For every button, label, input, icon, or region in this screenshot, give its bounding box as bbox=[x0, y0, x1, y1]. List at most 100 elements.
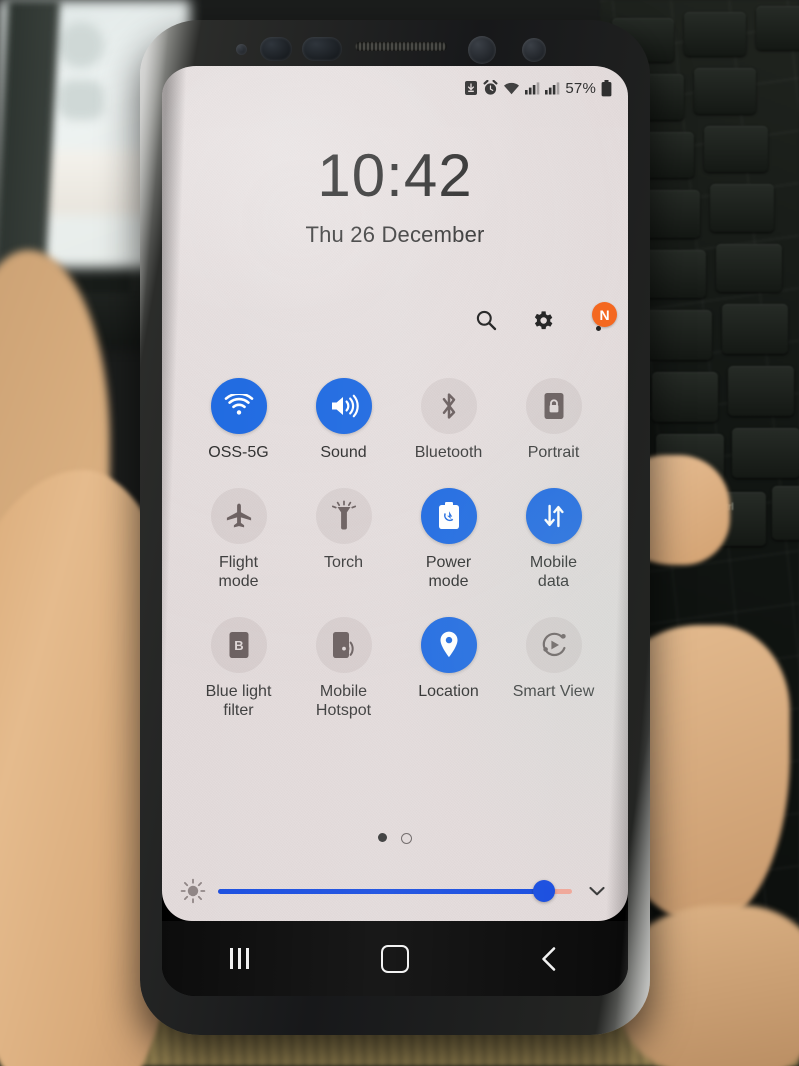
iris-scanner bbox=[260, 37, 292, 61]
laptop-screen-content bbox=[58, 80, 104, 120]
proximity-sensor bbox=[236, 44, 247, 55]
keyboard-key bbox=[652, 372, 718, 422]
panel-action-bar: N bbox=[472, 302, 617, 334]
tile-bluetooth[interactable]: Bluetooth bbox=[396, 378, 501, 462]
tile-smart-view[interactable]: Smart View bbox=[501, 617, 606, 720]
iris-led bbox=[302, 37, 342, 61]
tile-torch[interactable]: Torch bbox=[291, 488, 396, 591]
tile-icon-circle bbox=[525, 378, 582, 434]
keyboard-key bbox=[716, 244, 782, 292]
svg-text:B: B bbox=[234, 638, 243, 653]
airplane-icon bbox=[226, 503, 251, 528]
back-icon[interactable] bbox=[515, 936, 585, 982]
slider-fill bbox=[218, 888, 544, 894]
quick-settings-panel: 57% 10:42 Thu 26 December N OSS-5G Sound… bbox=[162, 66, 628, 946]
wifi-icon bbox=[224, 394, 253, 415]
tile-icon-circle bbox=[525, 617, 582, 673]
keyboard-key bbox=[772, 486, 799, 540]
earpiece-speaker bbox=[355, 42, 447, 51]
blue-light-icon: B bbox=[229, 632, 248, 658]
phone-screen: 57% 10:42 Thu 26 December N OSS-5G Sound… bbox=[162, 66, 628, 996]
signal-sim2-icon bbox=[545, 81, 560, 95]
signal-sim1-icon bbox=[525, 81, 540, 95]
laptop-screen-content bbox=[58, 22, 104, 68]
search-icon[interactable] bbox=[472, 306, 500, 334]
notification-badge: N bbox=[592, 302, 617, 327]
keyboard-key bbox=[646, 310, 712, 360]
slider-knob[interactable] bbox=[532, 880, 555, 902]
tile-oss-5g[interactable]: OSS-5G bbox=[186, 378, 291, 462]
mobile-data-icon bbox=[543, 504, 564, 528]
tile-portrait[interactable]: Portrait bbox=[501, 378, 606, 462]
tile-icon-circle bbox=[420, 617, 477, 673]
sound-icon bbox=[331, 394, 359, 418]
tile-icon-circle bbox=[210, 488, 267, 544]
gear-icon[interactable] bbox=[528, 306, 556, 334]
keyboard-key bbox=[756, 6, 799, 50]
battery-percent-label: 57% bbox=[565, 79, 596, 97]
wifi-icon bbox=[503, 81, 520, 95]
tile-label: Flight mode bbox=[218, 554, 259, 590]
quick-settings-grid: OSS-5G Sound Bluetooth Portrait Flight m… bbox=[186, 378, 606, 720]
tile-mobile-data[interactable]: Mobile data bbox=[501, 488, 606, 591]
three-dots-icon[interactable]: N bbox=[584, 302, 617, 334]
alarm-icon bbox=[483, 80, 498, 96]
tile-icon-circle bbox=[420, 488, 477, 544]
tile-icon-circle bbox=[525, 488, 582, 544]
home-icon[interactable] bbox=[360, 936, 430, 982]
tile-power-mode[interactable]: Power mode bbox=[396, 488, 501, 591]
tile-mobile-hotspot[interactable]: Mobile Hotspot bbox=[291, 617, 396, 720]
tile-icon-circle bbox=[315, 378, 372, 434]
page-dot-active[interactable] bbox=[378, 833, 387, 842]
keyboard-key bbox=[732, 428, 799, 478]
tile-label: OSS-5G bbox=[208, 444, 269, 461]
smart-view-icon bbox=[542, 632, 566, 657]
sd-save-icon bbox=[464, 80, 478, 96]
tile-label: Portrait bbox=[527, 444, 580, 461]
tile-label: Torch bbox=[323, 554, 364, 571]
tile-label: Mobile Hotspot bbox=[315, 683, 372, 719]
keyboard-key bbox=[710, 184, 774, 232]
page-dot[interactable] bbox=[401, 833, 412, 844]
keyboard-key bbox=[722, 304, 788, 354]
status-bar: 57% bbox=[464, 78, 612, 98]
brightness-slider[interactable] bbox=[218, 880, 572, 902]
clock-widget: 10:42 Thu 26 December bbox=[162, 146, 628, 248]
tile-label: Blue light filter bbox=[205, 683, 272, 719]
keyboard-key bbox=[694, 68, 756, 114]
hotspot-icon bbox=[332, 632, 354, 658]
tile-label: Bluetooth bbox=[414, 444, 483, 461]
tile-icon-circle bbox=[315, 617, 372, 673]
keyboard-key bbox=[728, 366, 794, 416]
power-mode-icon bbox=[438, 502, 459, 529]
tile-blue-light-filter[interactable]: B Blue light filter bbox=[186, 617, 291, 720]
tile-label: Mobile data bbox=[529, 554, 578, 590]
tile-sound[interactable]: Sound bbox=[291, 378, 396, 462]
tile-icon-circle bbox=[420, 378, 477, 434]
keyboard-key bbox=[684, 12, 746, 56]
rotation-lock-icon bbox=[544, 393, 563, 419]
tile-icon-circle bbox=[315, 488, 372, 544]
tile-icon-circle bbox=[210, 378, 267, 434]
photo-scene: PrtSc Ctrl ? bbox=[0, 0, 799, 1066]
location-pin-icon bbox=[440, 631, 457, 658]
page-indicator bbox=[162, 833, 628, 844]
front-camera bbox=[468, 36, 496, 64]
recents-icon[interactable] bbox=[205, 936, 275, 982]
smartphone-device: 57% 10:42 Thu 26 December N OSS-5G Sound… bbox=[140, 20, 650, 1035]
battery-icon bbox=[601, 79, 612, 97]
bluetooth-icon bbox=[442, 393, 455, 419]
home-glyph bbox=[380, 944, 409, 973]
tile-location[interactable]: Location bbox=[396, 617, 501, 720]
light-sensor bbox=[522, 38, 546, 62]
tile-label: Smart View bbox=[512, 683, 595, 700]
tile-flight-mode[interactable]: Flight mode bbox=[186, 488, 291, 591]
clock-time: 10:42 bbox=[317, 142, 473, 209]
recents-glyph bbox=[230, 948, 250, 969]
chevron-down-icon[interactable] bbox=[584, 878, 610, 904]
navigation-bar bbox=[162, 921, 628, 996]
torch-icon bbox=[331, 500, 356, 530]
clock-date: Thu 26 December bbox=[305, 222, 485, 247]
brightness-row bbox=[180, 871, 610, 911]
tile-label: Power mode bbox=[425, 554, 472, 590]
